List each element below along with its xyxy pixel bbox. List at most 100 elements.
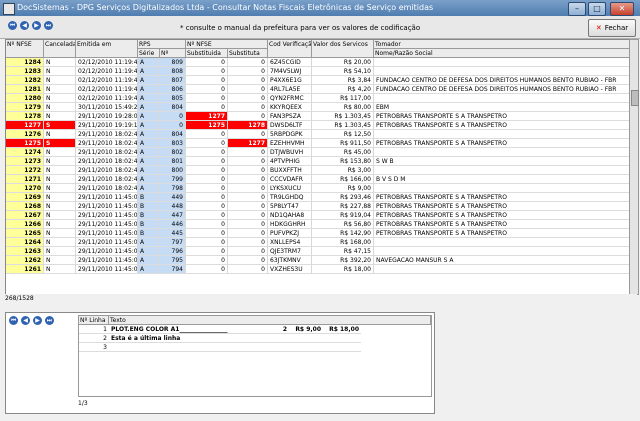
cell-serie: A: [138, 148, 160, 157]
col-header-nfse[interactable]: Nº NFSE: [6, 40, 44, 58]
maximize-button[interactable]: □: [588, 2, 606, 16]
cell-tomador: B V S D M: [374, 175, 630, 184]
prev-record-icon[interactable]: ◀: [20, 21, 29, 30]
line-row[interactable]: 1 PLOT.ENG COLOR A1________________ 2 R$ 9,…: [79, 325, 431, 334]
cell-codver: TR9LGHDQ: [268, 193, 312, 202]
grid-scrollbar[interactable]: [629, 39, 639, 295]
scroll-thumb[interactable]: [631, 90, 639, 106]
cell-substituida: 0: [186, 238, 228, 247]
col-header-linha[interactable]: Nº Linha: [79, 316, 109, 325]
col-header-nfse-no[interactable]: Nº NFSE: [186, 40, 268, 49]
lines-grid[interactable]: Nº Linha Texto 1 PLOT.ENG COLOR A1_______…: [78, 315, 432, 397]
close-window-button[interactable]: ✕: [610, 2, 634, 16]
cell-substituta: 1277: [228, 139, 268, 148]
col-header-substituta[interactable]: Substituta: [228, 49, 268, 58]
col-header-tomador[interactable]: Tomador: [374, 40, 630, 49]
lines-first-icon[interactable]: ⏮: [9, 316, 18, 325]
cell-nfse: 1262: [6, 256, 44, 265]
cell-emitida: 29/11/2010 11:45:05: [76, 193, 138, 202]
cell-serie: A: [138, 85, 160, 94]
line-row[interactable]: 3: [79, 343, 431, 352]
table-row[interactable]: 1268 N 29/11/2010 11:45:05 B 448 0 0 5P8LYT47 R$…: [6, 202, 630, 211]
cell-codver: KKYRQEEX: [268, 103, 312, 112]
minimize-button[interactable]: –: [568, 2, 586, 16]
fechar-button[interactable]: ✕ Fechar: [588, 19, 636, 37]
cell-substituida: 0: [186, 58, 228, 67]
table-row[interactable]: 1280 N 02/12/2010 11:19:48 A 805 0 0 QYN2FRMC R$…: [6, 94, 630, 103]
table-row[interactable]: 1279 N 30/11/2010 15:49:29 A 804 0 0 KKYRQEEX R$…: [6, 103, 630, 112]
cell-valor: R$ 1.303,45: [312, 112, 374, 121]
table-row[interactable]: 1270 N 29/11/2010 18:02:42 A 798 0 0 LYKSXUCU R$…: [6, 184, 630, 193]
cell-emitida: 29/11/2010 19:28:02: [76, 112, 138, 121]
table-row[interactable]: 1266 N 29/11/2010 11:45:05 B 446 0 0 HDKGGHRH R$…: [6, 220, 630, 229]
table-row[interactable]: 1277 S 29/11/2010 19:19:11 A 0 1275 1278 DWSD6L…: [6, 121, 630, 130]
cell-serie: A: [138, 265, 160, 274]
table-row[interactable]: 1265 N 29/11/2010 11:45:05 B 445 0 0 PUFVPKZJ R$…: [6, 229, 630, 238]
col-header-emitida[interactable]: Emitida em: [76, 40, 138, 58]
cell-codver: EZEHHVMH: [268, 139, 312, 148]
cell-tomador: [374, 166, 630, 175]
cell-codver: DTJWBUVH: [268, 148, 312, 157]
cell-emitida: 29/11/2010 11:45:05: [76, 247, 138, 256]
next-record-icon[interactable]: ▶: [32, 21, 41, 30]
cell-valor: R$ 392,20: [312, 256, 374, 265]
col-header-rps[interactable]: RPS: [138, 40, 186, 49]
cell-rps-no: 794: [160, 265, 186, 274]
cell-valor: R$ 20,00: [312, 58, 374, 67]
first-record-icon[interactable]: ⏮: [8, 21, 17, 30]
lines-last-icon[interactable]: ⏭: [45, 316, 54, 325]
table-row[interactable]: 1275 S 29/11/2010 18:02:42 A 803 0 1277 EZEHHVM…: [6, 139, 630, 148]
cell-nfse: 1268: [6, 202, 44, 211]
col-header-serie[interactable]: Série: [138, 49, 160, 58]
table-row[interactable]: 1273 N 29/11/2010 18:02:42 A 801 0 0 4PTVPHIG R$…: [6, 157, 630, 166]
table-row[interactable]: 1264 N 29/11/2010 11:45:05 A 797 0 0 XNLLEPS4 R$…: [6, 238, 630, 247]
col-header-substituida[interactable]: Substituida: [186, 49, 228, 58]
cell-emitida: 02/12/2010 11:19:48: [76, 85, 138, 94]
cell-codver: 63JTKMNV: [268, 256, 312, 265]
lines-prev-icon[interactable]: ◀: [21, 316, 30, 325]
table-row[interactable]: 1278 N 29/11/2010 19:28:02 A 0 1277 0 FAN3PSZA R…: [6, 112, 630, 121]
table-row[interactable]: 1272 N 29/11/2010 18:02:42 A 800 0 0 BUXXFFTH R$…: [6, 166, 630, 175]
cell-tomador: [374, 238, 630, 247]
table-row[interactable]: 1261 N 29/11/2010 11:45:05 A 794 0 0 VXZHES3U R$…: [6, 265, 630, 274]
cell-rps-no: 445: [160, 229, 186, 238]
table-row[interactable]: 1284 N 02/12/2010 11:19:48 A 809 0 0 6Z45CGID R$…: [6, 58, 630, 67]
cell-rps-no: 804: [160, 130, 186, 139]
cell-valor: R$ 1.303,45: [312, 121, 374, 130]
table-row[interactable]: 1281 N 02/12/2010 11:19:48 A 806 0 0 4RL7LA5E R$…: [6, 85, 630, 94]
cell-tomador: PETROBRAS TRANSPORTE S A TRANSPETRO: [374, 193, 630, 202]
hint-text: * consulte o manual da prefeitura para v…: [180, 24, 421, 32]
table-row[interactable]: 1267 N 29/11/2010 11:45:05 B 447 0 0 ND1QAHA8 R$…: [6, 211, 630, 220]
cell-nfse: 1275: [6, 139, 44, 148]
cell-rps-no: 809: [160, 58, 186, 67]
table-row[interactable]: 1263 N 29/11/2010 11:45:05 A 796 0 0 QJE3TRM7 R$…: [6, 247, 630, 256]
table-row[interactable]: 1283 N 02/12/2010 11:19:48 A 808 0 0 7M4V5LWJ R$…: [6, 67, 630, 76]
cell-serie: B: [138, 202, 160, 211]
col-header-razao[interactable]: Nome/Razão Social: [374, 49, 630, 58]
table-row[interactable]: 1274 N 29/11/2010 18:02:42 A 802 0 0 DTJWBUVH R$…: [6, 148, 630, 157]
cell-substituta: 0: [228, 175, 268, 184]
last-record-icon[interactable]: ⏭: [44, 21, 53, 30]
cell-substituida: 0: [186, 247, 228, 256]
cell-serie: A: [138, 166, 160, 175]
col-header-texto[interactable]: Texto: [109, 316, 431, 325]
col-header-valor[interactable]: Valor dos Servicos: [312, 40, 374, 58]
nfse-grid[interactable]: Nº NFSE Cancelada Emitida em RPS Série N…: [5, 39, 631, 295]
table-row[interactable]: 1271 N 29/11/2010 18:02:42 A 799 0 0 CCCVDAFR R$…: [6, 175, 630, 184]
cell-rps-no: 805: [160, 94, 186, 103]
table-row[interactable]: 1282 N 02/12/2010 11:19:48 A 807 0 0 P4XX6E1G R$…: [6, 76, 630, 85]
table-row[interactable]: 1262 N 29/11/2010 11:45:05 A 795 0 0 63JTKMNV R$…: [6, 256, 630, 265]
cell-serie: B: [138, 211, 160, 220]
col-header-cancelada[interactable]: Cancelada: [44, 40, 76, 58]
table-row[interactable]: 1276 N 29/11/2010 18:02:42 A 804 0 0 5RBPDGPK R$…: [6, 130, 630, 139]
col-header-rps-no[interactable]: Nº: [160, 49, 186, 58]
col-header-codver[interactable]: Cod Verificação: [268, 40, 312, 58]
cell-linha: 2: [79, 334, 109, 343]
line-row[interactable]: 2 Esta é a última linha: [79, 334, 431, 343]
lines-next-icon[interactable]: ▶: [33, 316, 42, 325]
cell-substituta: 0: [228, 94, 268, 103]
cell-emitida: 29/11/2010 18:02:42: [76, 184, 138, 193]
cell-rps-no: 446: [160, 220, 186, 229]
cell-substituida: 0: [186, 85, 228, 94]
table-row[interactable]: 1269 N 29/11/2010 11:45:05 B 449 0 0 TR9LGHDQ R$…: [6, 193, 630, 202]
